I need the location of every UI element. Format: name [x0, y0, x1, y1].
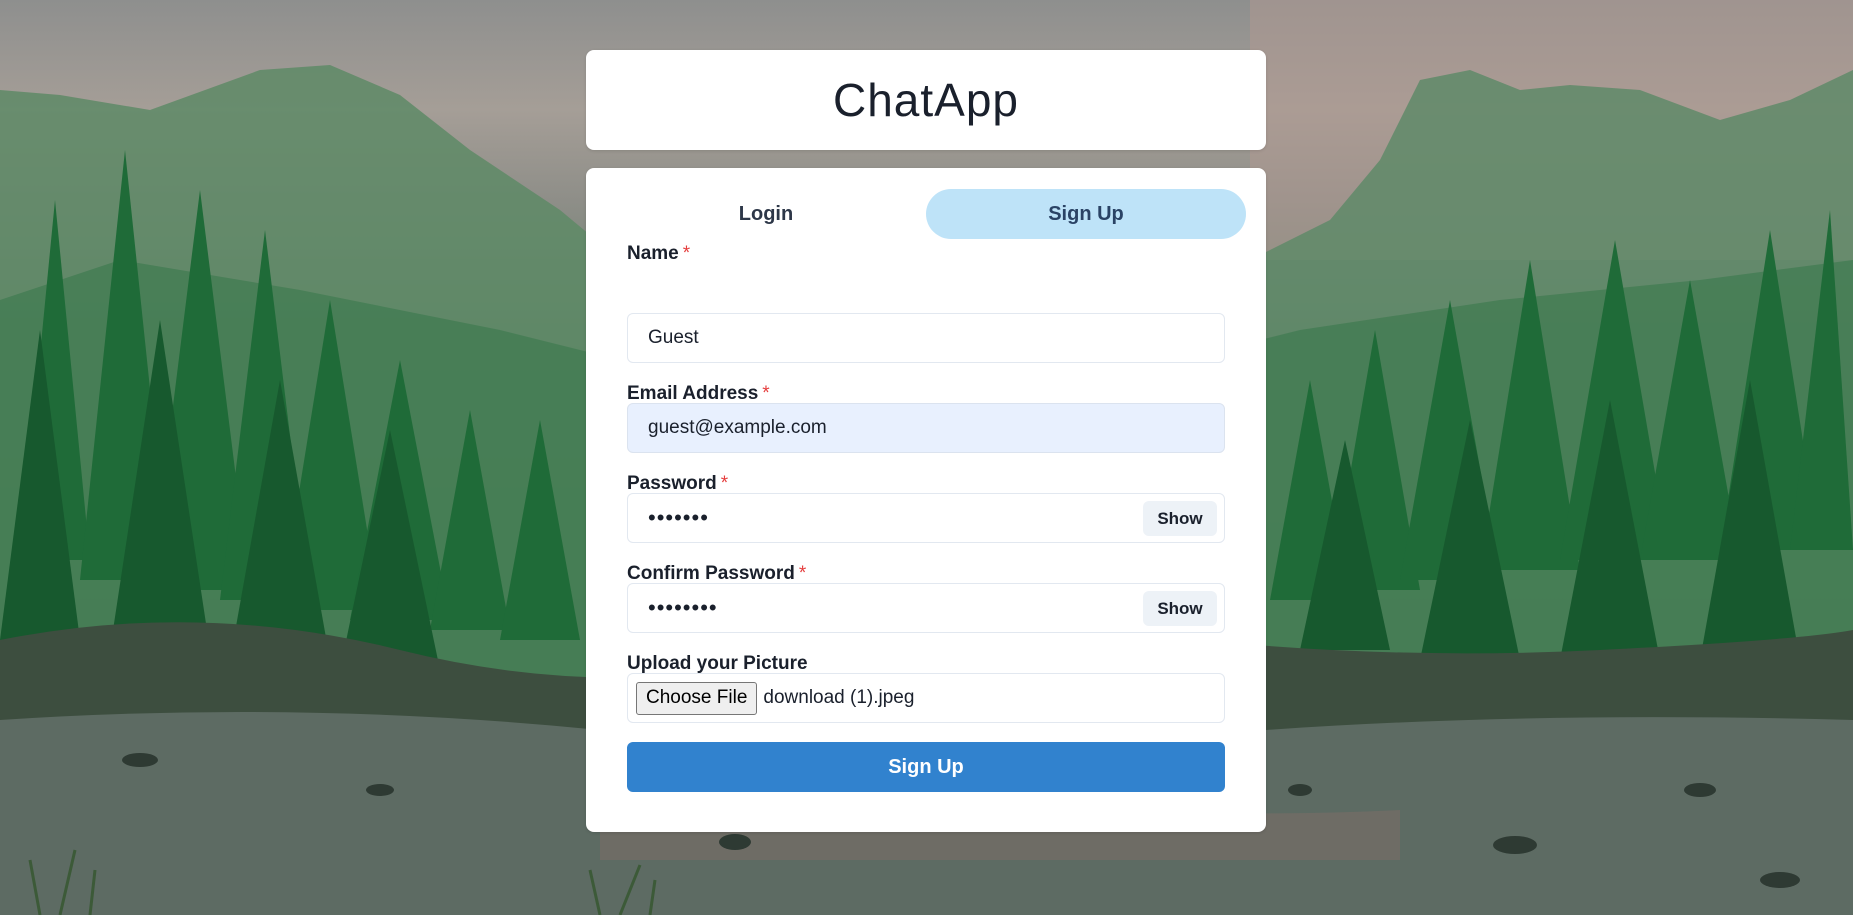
- name-label-text: Name: [627, 243, 679, 264]
- name-input-value: Guest: [648, 327, 699, 348]
- picture-file-input[interactable]: Choose File download (1).jpeg: [627, 673, 1225, 723]
- email-input[interactable]: guest@example.com: [627, 403, 1225, 453]
- confirm-password-show-button[interactable]: Show: [1143, 591, 1217, 626]
- email-label: Email Address *: [627, 383, 770, 405]
- choose-file-button[interactable]: Choose File: [636, 681, 758, 715]
- confirm-password-input[interactable]: •••••••• Show: [627, 583, 1225, 633]
- password-label: Password *: [627, 473, 728, 495]
- name-label: Name *: [627, 243, 690, 265]
- password-label-text: Password: [627, 473, 717, 494]
- name-input[interactable]: Guest: [627, 313, 1225, 363]
- email-input-value: guest@example.com: [648, 417, 827, 438]
- required-mark: *: [682, 243, 691, 264]
- picture-label: Upload your Picture: [627, 653, 808, 674]
- sign-up-button[interactable]: Sign Up: [627, 742, 1225, 792]
- app-title: ChatApp: [832, 74, 1019, 126]
- confirm-password-label-text: Confirm Password: [627, 563, 795, 584]
- auth-card: Login Sign Up Name * Guest Email Address *…: [586, 168, 1266, 832]
- required-mark: *: [762, 383, 770, 404]
- auth-tabs: Login Sign Up: [606, 189, 1246, 239]
- required-mark: *: [720, 473, 729, 494]
- confirm-password-input-value: ••••••••: [648, 595, 718, 620]
- password-input[interactable]: ••••••• Show: [627, 493, 1225, 543]
- header-card: ChatApp: [586, 50, 1266, 150]
- tab-login[interactable]: Login: [606, 189, 926, 239]
- selected-file-name: download (1).jpeg: [763, 687, 915, 708]
- required-mark: *: [798, 563, 807, 584]
- email-label-text: Email Address: [627, 383, 759, 404]
- password-input-value: •••••••: [648, 505, 709, 530]
- tab-sign-up[interactable]: Sign Up: [926, 189, 1246, 239]
- confirm-password-label: Confirm Password *: [627, 563, 806, 585]
- password-show-button[interactable]: Show: [1143, 501, 1217, 536]
